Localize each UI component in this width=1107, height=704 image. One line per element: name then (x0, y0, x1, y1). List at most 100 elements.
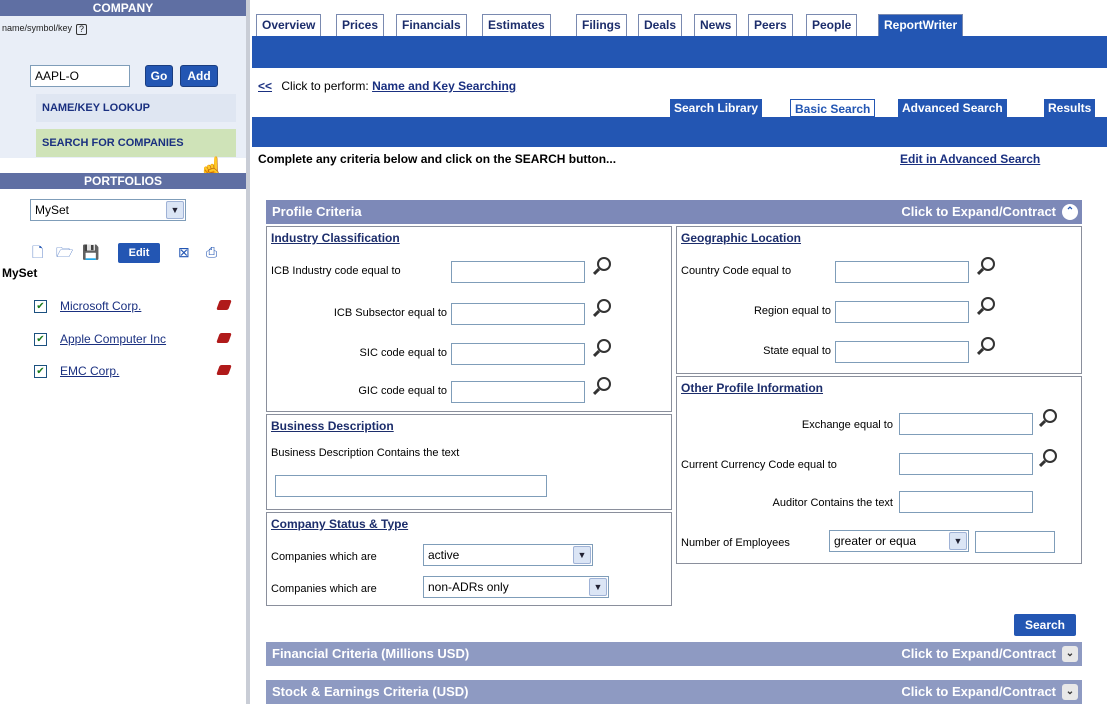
other-profile-box: Other Profile Information Exchange equal… (676, 376, 1082, 564)
financial-criteria-bar[interactable]: Financial Criteria (Millions USD) Click … (266, 642, 1082, 666)
book-icon[interactable] (216, 333, 232, 343)
search-icon[interactable] (597, 339, 611, 353)
employees-input[interactable] (975, 531, 1055, 553)
search-icon[interactable] (1043, 449, 1057, 463)
expand-icon[interactable]: ⌄ (1062, 646, 1078, 662)
tab-people[interactable]: People (806, 14, 858, 36)
open-folder-icon[interactable]: 🗁 (56, 244, 73, 260)
portfolios-header: PORTFOLIOS (0, 173, 246, 189)
subtab-advanced-search[interactable]: Advanced Search (896, 99, 1007, 117)
search-for-companies-link[interactable]: SEARCH FOR COMPANIES (36, 129, 236, 157)
print-icon[interactable]: ⎙ (206, 244, 222, 260)
portfolio-item-link[interactable]: Apple Computer Inc (60, 332, 166, 346)
industry-title: Industry Classification (271, 231, 400, 245)
save-icon[interactable]: 💾 (82, 244, 99, 260)
region-input[interactable] (835, 301, 969, 323)
country-code-label: Country Code equal to (681, 265, 792, 277)
stock-criteria-bar[interactable]: Stock & Earnings Criteria (USD) Click to… (266, 680, 1082, 704)
name-key-searching-link[interactable]: Name and Key Searching (372, 79, 516, 93)
region-label: Region equal to (753, 305, 831, 317)
tab-peers[interactable]: Peers (748, 14, 793, 36)
geo-box: Geographic Location Country Code equal t… (676, 226, 1082, 374)
search-icon[interactable] (981, 297, 995, 311)
portfolio-item-link[interactable]: Microsoft Corp. (60, 299, 141, 313)
business-box: Business Description Business Descriptio… (266, 414, 672, 510)
myset-title: MySet (2, 266, 38, 280)
profile-criteria-bar[interactable]: Profile Criteria Click to Expand/Contrac… (266, 200, 1082, 224)
currency-label: Current Currency Code equal to (681, 459, 837, 471)
exchange-label: Exchange equal to (801, 419, 893, 431)
export-icon[interactable]: ⊠ (178, 244, 194, 260)
breadcrumb: << Click to perform: Name and Key Search… (258, 79, 517, 93)
search-icon[interactable] (981, 257, 995, 271)
subtab-results[interactable]: Results (1042, 99, 1096, 117)
state-label: State equal to (763, 345, 831, 357)
new-document-icon[interactable]: 🗋 (32, 244, 48, 260)
icb-subsector-input[interactable] (451, 303, 585, 325)
icb-industry-input[interactable] (451, 261, 585, 283)
name-key-lookup-link[interactable]: NAME/KEY LOOKUP (36, 94, 236, 122)
tab-overview[interactable]: Overview (256, 14, 322, 36)
tab-estimates[interactable]: Estimates (482, 14, 551, 36)
add-button[interactable]: Add (180, 65, 218, 87)
tab-financials[interactable]: Financials (396, 14, 467, 36)
sic-code-input[interactable] (451, 343, 585, 365)
tab-filings[interactable]: Filings (576, 14, 627, 36)
search-icon[interactable] (981, 337, 995, 351)
gic-code-input[interactable] (451, 381, 585, 403)
auditor-input[interactable] (899, 491, 1033, 513)
ticker-input[interactable] (30, 65, 130, 87)
icb-subsector-label: ICB Subsector equal to (333, 307, 447, 319)
tab-prices[interactable]: Prices (336, 14, 385, 36)
portfolio-item-link[interactable]: EMC Corp. (60, 364, 119, 378)
expand-icon[interactable]: ⌄ (1062, 684, 1078, 700)
search-icon[interactable] (597, 257, 611, 271)
search-button[interactable]: Search (1014, 614, 1076, 636)
employees-operator-select[interactable]: greater or equa ▼ (829, 530, 969, 552)
employees-label: Number of Employees (681, 537, 790, 549)
sic-code-label: SIC code equal to (359, 347, 447, 359)
industry-box: Industry Classification ICB Industry cod… (266, 226, 672, 412)
tab-news[interactable]: News (694, 14, 738, 36)
search-icon[interactable] (1043, 409, 1057, 423)
chevron-down-icon: ▼ (573, 546, 591, 564)
type-select[interactable]: non-ADRs only ▼ (423, 576, 609, 598)
search-icon[interactable] (597, 299, 611, 313)
book-icon[interactable] (216, 300, 232, 310)
business-contains-label: Business Description Contains the text (271, 447, 460, 459)
icb-industry-label: ICB Industry code equal to (271, 265, 401, 277)
geo-title: Geographic Location (681, 231, 802, 245)
help-icon[interactable]: ? (76, 24, 88, 35)
edit-advanced-link[interactable]: Edit in Advanced Search (900, 152, 1040, 166)
checkbox-checked-icon[interactable]: ✔ (34, 333, 47, 346)
checkbox-checked-icon[interactable]: ✔ (34, 300, 47, 313)
portfolio-select[interactable]: MySet ▼ (30, 199, 186, 221)
tab-reportwriter[interactable]: ReportWriter (878, 14, 964, 36)
go-button[interactable]: Go (145, 65, 173, 87)
intro-text: Complete any criteria below and click on… (258, 152, 617, 166)
subtab-search-library[interactable]: Search Library (668, 99, 763, 117)
companies-label-2: Companies which are (271, 583, 377, 595)
subtab-basic-search[interactable]: Basic Search (790, 99, 876, 117)
main-content: Overview Prices Financials Estimates Fil… (252, 0, 1107, 704)
tab-deals[interactable]: Deals (638, 14, 683, 36)
currency-input[interactable] (899, 453, 1033, 475)
search-icon[interactable] (597, 377, 611, 391)
business-description-input[interactable] (275, 475, 547, 497)
state-input[interactable] (835, 341, 969, 363)
back-link[interactable]: << (258, 79, 272, 93)
exchange-input[interactable] (899, 413, 1033, 435)
edit-portfolio-button[interactable]: Edit (118, 243, 160, 263)
status-title: Company Status & Type (271, 517, 409, 531)
status-box: Company Status & Type Companies which ar… (266, 512, 672, 606)
book-icon[interactable] (216, 365, 232, 375)
sub-bar (252, 117, 1107, 147)
name-symbol-label: name/symbol/key? (2, 23, 88, 35)
collapse-icon[interactable]: ⌃ (1062, 204, 1078, 220)
country-code-input[interactable] (835, 261, 969, 283)
other-title: Other Profile Information (681, 381, 824, 395)
checkbox-checked-icon[interactable]: ✔ (34, 365, 47, 378)
status-select[interactable]: active ▼ (423, 544, 593, 566)
chevron-down-icon: ▼ (589, 578, 607, 596)
sidebar: COMPANY name/symbol/key? Go Add NAME/KEY… (0, 0, 246, 704)
